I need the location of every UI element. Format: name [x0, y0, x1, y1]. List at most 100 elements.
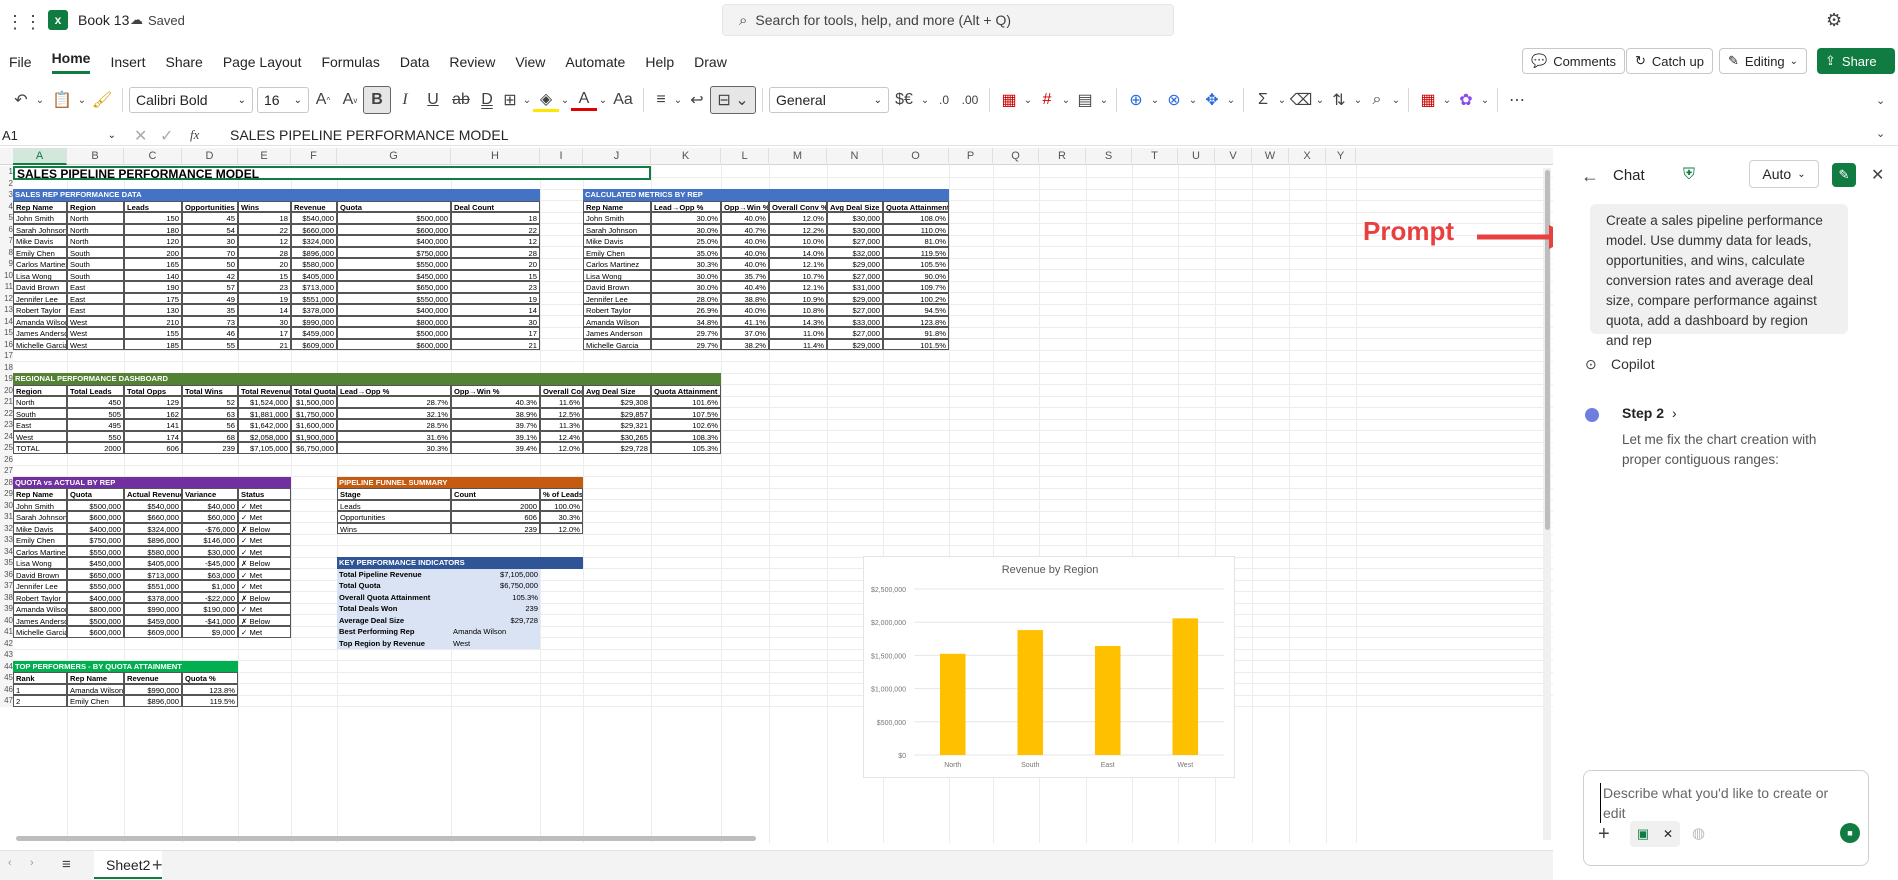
- calc-table-cell[interactable]: 35.7%: [721, 269, 769, 281]
- text-styles-icon[interactable]: Aa: [609, 91, 637, 109]
- quota-table-cell[interactable]: ✓ Met: [238, 603, 291, 615]
- calc-table-cell[interactable]: $33,000: [827, 315, 883, 327]
- column-header[interactable]: R: [1039, 148, 1086, 165]
- copilot-dropdown-icon[interactable]: ⌄: [1479, 95, 1491, 106]
- calc-table-cell[interactable]: 40.0%: [721, 304, 769, 316]
- region-table-cell[interactable]: North: [13, 396, 67, 408]
- calc-table-cell[interactable]: 90.0%: [883, 269, 949, 281]
- region-table-cell[interactable]: 129: [124, 396, 182, 408]
- funnel-table-cell[interactable]: 2000: [451, 499, 540, 511]
- region-table-cell[interactable]: 105.3%: [651, 442, 721, 454]
- quota-table-cell[interactable]: $9,000: [182, 626, 238, 638]
- fill-color-icon[interactable]: ◈: [533, 89, 559, 112]
- quota-table-cell[interactable]: $63,000: [182, 568, 238, 580]
- clear-dropdown-icon[interactable]: ⌄: [1314, 95, 1326, 106]
- region-table-cell[interactable]: $29,321: [583, 419, 651, 431]
- rep-table-cell[interactable]: South: [67, 246, 124, 258]
- calc-table-cell[interactable]: $30,000: [827, 212, 883, 224]
- region-table-cell[interactable]: $1,600,000: [291, 419, 337, 431]
- calc-table-cell[interactable]: David Brown: [583, 281, 651, 293]
- row-header[interactable]: 5: [0, 212, 13, 224]
- menu-file[interactable]: File: [9, 54, 32, 70]
- cell-grid[interactable]: A B C D E F G H I J K L M N O P Q R S T U V W X Y 1 2 3 4 5 6 7 8 9 10 11 12…: [0, 148, 1553, 843]
- rep-table-cell[interactable]: Mike Davis: [13, 235, 67, 247]
- calc-table-cell[interactable]: 40.4%: [721, 281, 769, 293]
- region-table-cell[interactable]: 505: [67, 407, 124, 419]
- top-table-cell[interactable]: Emily Chen: [67, 695, 124, 707]
- quota-table-cell[interactable]: ✗ Below: [238, 557, 291, 569]
- region-table-cell[interactable]: 495: [67, 419, 124, 431]
- calc-table-cell[interactable]: 10.0%: [769, 235, 827, 247]
- rep-table-cell[interactable]: 155: [124, 327, 182, 339]
- region-table-cell[interactable]: $1,881,000: [238, 407, 291, 419]
- calc-table-cell[interactable]: 40.0%: [721, 212, 769, 224]
- scroll-tabs-right-icon[interactable]: ›: [30, 857, 34, 869]
- rep-table-cell[interactable]: 54: [182, 223, 238, 235]
- calc-table-cell[interactable]: 29.7%: [651, 327, 721, 339]
- underline-icon[interactable]: U: [419, 91, 447, 109]
- rep-table-cell[interactable]: 12: [451, 235, 540, 247]
- rep-table-cell[interactable]: 20: [451, 258, 540, 270]
- row-header[interactable]: 42: [0, 637, 13, 649]
- context-chip[interactable]: ▣ ✕: [1630, 821, 1680, 847]
- conditional-format-dropdown-icon[interactable]: ⌄: [1022, 95, 1034, 106]
- calc-table-cell[interactable]: 81.0%: [883, 235, 949, 247]
- region-table-cell[interactable]: $1,642,000: [238, 419, 291, 431]
- row-header[interactable]: 22: [0, 407, 13, 419]
- region-table-column-header[interactable]: Total Leads: [67, 384, 124, 396]
- rep-table-cell[interactable]: $324,000: [291, 235, 337, 247]
- clear-icon[interactable]: ⌫: [1288, 90, 1314, 110]
- kpi-table-header[interactable]: KEY PERFORMANCE INDICATORS: [337, 557, 583, 569]
- chat-input-placeholder[interactable]: Describe what you'd like to create or ed…: [1600, 783, 1850, 823]
- rep-table-cell[interactable]: North: [67, 223, 124, 235]
- column-header[interactable]: Q: [993, 148, 1039, 165]
- top-table-cell[interactable]: 123.8%: [182, 683, 238, 695]
- calc-table-cell[interactable]: 14.0%: [769, 246, 827, 258]
- find-icon[interactable]: ⌕: [1364, 91, 1390, 109]
- quota-table-cell[interactable]: $500,000: [67, 614, 124, 626]
- column-header[interactable]: C: [124, 148, 182, 165]
- rep-table-column-header[interactable]: Rep Name: [13, 200, 67, 212]
- rep-table-cell[interactable]: $550,000: [337, 258, 451, 270]
- column-header[interactable]: S: [1086, 148, 1132, 165]
- rep-table-cell[interactable]: 20: [238, 258, 291, 270]
- rep-table-cell[interactable]: 45: [182, 212, 238, 224]
- row-header[interactable]: 44: [0, 660, 13, 672]
- search-box[interactable]: ⌕ Search for tools, help, and more (Alt …: [722, 4, 1174, 36]
- quota-table-cell[interactable]: $990,000: [124, 603, 182, 615]
- calc-table-cell[interactable]: 28.0%: [651, 292, 721, 304]
- rep-table-cell[interactable]: $405,000: [291, 269, 337, 281]
- quota-table-cell[interactable]: James Anderson: [13, 614, 67, 626]
- row-header[interactable]: 18: [0, 361, 13, 373]
- chat-input-box[interactable]: Describe what you'd like to create or ed…: [1583, 770, 1869, 866]
- borders-icon[interactable]: ⊞: [499, 90, 521, 110]
- quota-table-cell[interactable]: $190,000: [182, 603, 238, 615]
- rep-table-cell[interactable]: 57: [182, 281, 238, 293]
- calc-table-cell[interactable]: 12.1%: [769, 258, 827, 270]
- column-header[interactable]: I: [540, 148, 583, 165]
- calc-table-cell[interactable]: Amanda Wilson: [583, 315, 651, 327]
- calc-table-column-header[interactable]: Opp→Win %: [721, 200, 769, 212]
- kpi-label[interactable]: Overall Quota Attainment: [337, 591, 451, 603]
- quota-table-cell[interactable]: ✓ Met: [238, 626, 291, 638]
- row-header[interactable]: 3: [0, 189, 13, 201]
- quota-table-cell[interactable]: -$41,000: [182, 614, 238, 626]
- rep-table-cell[interactable]: $750,000: [337, 246, 451, 258]
- calc-table-cell[interactable]: 10.9%: [769, 292, 827, 304]
- formula-content[interactable]: SALES PIPELINE PERFORMANCE MODEL: [230, 127, 509, 143]
- rep-table-cell[interactable]: 28: [238, 246, 291, 258]
- settings-gear-icon[interactable]: ⚙: [1826, 10, 1842, 31]
- column-header[interactable]: W: [1252, 148, 1289, 165]
- quota-table-cell[interactable]: ✓ Met: [238, 534, 291, 546]
- quota-table-cell[interactable]: $660,000: [124, 511, 182, 523]
- region-table-cell[interactable]: 39.7%: [451, 419, 540, 431]
- row-header[interactable]: 20: [0, 384, 13, 396]
- rep-table-cell[interactable]: $450,000: [337, 269, 451, 281]
- quota-table-cell[interactable]: John Smith: [13, 499, 67, 511]
- quota-table-cell[interactable]: $750,000: [67, 534, 124, 546]
- rep-table-cell[interactable]: 175: [124, 292, 182, 304]
- calc-table-cell[interactable]: Mike Davis: [583, 235, 651, 247]
- region-table-cell[interactable]: 52: [182, 396, 238, 408]
- format-table-icon[interactable]: #: [1034, 91, 1060, 109]
- rep-table-cell[interactable]: $400,000: [337, 235, 451, 247]
